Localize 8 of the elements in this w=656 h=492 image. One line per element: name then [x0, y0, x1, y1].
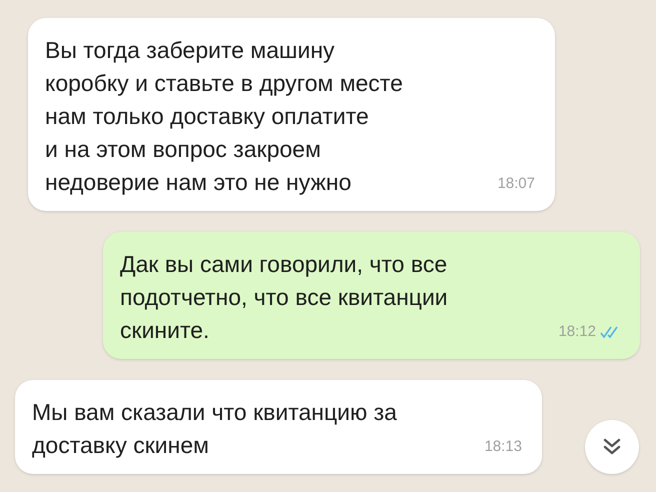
double-chevron-down-icon	[603, 437, 621, 457]
message-time: 18:13	[484, 436, 522, 456]
message-text: Мы вам сказали что квитанцию за доставку скинем	[32, 398, 397, 460]
scroll-down-button[interactable]	[585, 420, 639, 474]
message-text: Вы тогда заберите машину коробку и ставьте в другом месте нам только доставку оплатите и на этом вопрос закроем недоверие нам это не нужно	[45, 36, 403, 197]
message-time: 18:12	[558, 322, 596, 342]
message-time: 18:07	[497, 174, 535, 194]
message-text: Дак вы сами говорили, что все подотчетно, что все квитанции скините.	[120, 250, 448, 345]
